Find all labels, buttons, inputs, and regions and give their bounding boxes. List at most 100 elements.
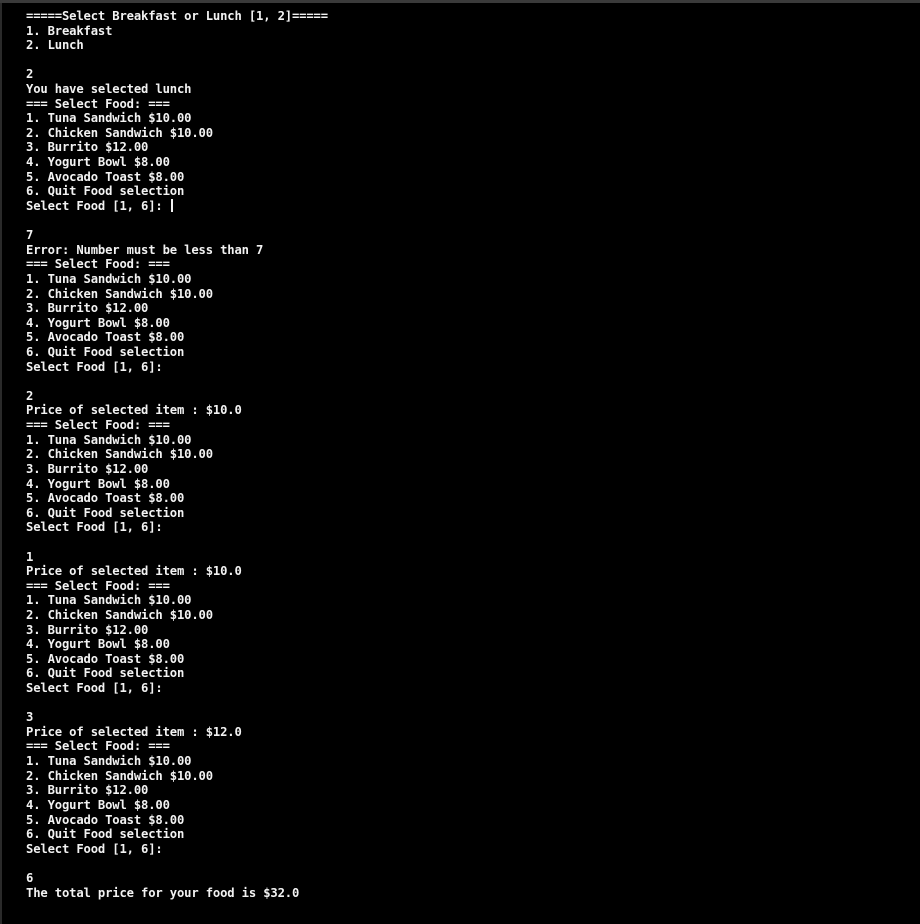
console-line: 4. Yogurt Bowl $8.00 [26, 798, 910, 813]
console-line-text: 3. Burrito $12.00 [26, 301, 149, 316]
console-line: 5. Avocado Toast $8.00 [26, 652, 910, 667]
console-line: 3. Burrito $12.00 [26, 462, 910, 477]
console-line-text: 5. Avocado Toast $8.00 [26, 169, 185, 184]
console-line-text: Select Food [1, 6]: [26, 198, 170, 213]
console-line-text: 2. Chicken Sandwich $10.00 [26, 286, 213, 301]
console-line-text: 1. Tuna Sandwich $10.00 [26, 754, 192, 769]
console-line-text: 3. Burrito $12.00 [26, 622, 149, 637]
console-line: 2. Chicken Sandwich $10.00 [26, 608, 910, 623]
console-line: 2 [26, 389, 910, 404]
console-line: 7 [26, 228, 910, 243]
console-line-text: Price of selected item : $10.0 [26, 564, 242, 579]
console-line: === Select Food: === [26, 579, 910, 594]
console-line-text: 1. Tuna Sandwich $10.00 [26, 271, 192, 286]
console-line-text: =====Select Breakfast or Lunch [1, 2]===… [26, 9, 328, 23]
console-line-text: 5. Avocado Toast $8.00 [26, 812, 185, 827]
console-line: 2. Chicken Sandwich $10.00 [26, 447, 910, 462]
text-cursor [170, 198, 173, 212]
console-line-text: 4. Yogurt Bowl $8.00 [26, 797, 170, 812]
console-line: Price of selected item : $10.0 [26, 403, 910, 418]
console-line-text: 1. Tuna Sandwich $10.00 [26, 593, 192, 608]
console-line-text: 6. Quit Food selection [26, 345, 185, 360]
console-line-text: 3. Burrito $12.00 [26, 461, 149, 476]
console-line: 2. Lunch [26, 38, 910, 53]
console-line-text: Select Food [1, 6]: [26, 359, 163, 374]
console-line: 5. Avocado Toast $8.00 [26, 491, 910, 506]
console-line: 6. Quit Food selection [26, 666, 910, 681]
console-line-text: 4. Yogurt Bowl $8.00 [26, 637, 170, 652]
console-line: 2. Chicken Sandwich $10.00 [26, 126, 910, 141]
console-line-text: 5. Avocado Toast $8.00 [26, 651, 185, 666]
console-line: 3. Burrito $12.00 [26, 783, 910, 798]
console-line: 5. Avocado Toast $8.00 [26, 813, 910, 828]
console-line: The total price for your food is $32.0 [26, 886, 910, 901]
console-line: 1. Tuna Sandwich $10.00 [26, 111, 910, 126]
console-line: 6. Quit Food selection [26, 184, 910, 199]
console-line-text: 3. Burrito $12.00 [26, 140, 149, 155]
console-line-text: 5. Avocado Toast $8.00 [26, 330, 185, 345]
console-line: === Select Food: === [26, 97, 910, 112]
console-line: 6. Quit Food selection [26, 827, 910, 842]
console-line-text: 4. Yogurt Bowl $8.00 [26, 315, 170, 330]
console-line: 3. Burrito $12.00 [26, 623, 910, 638]
console-line-text: 2 [26, 67, 34, 82]
console-line: 4. Yogurt Bowl $8.00 [26, 155, 910, 170]
console-line-text: === Select Food: === [26, 257, 170, 272]
console-line: === Select Food: === [26, 418, 910, 433]
console-line: 2. Chicken Sandwich $10.00 [26, 287, 910, 302]
console-line-text: Price of selected item : $10.0 [26, 403, 242, 418]
console-line: Select Food [1, 6]: [26, 360, 910, 375]
console-line: 4. Yogurt Bowl $8.00 [26, 316, 910, 331]
console-line: 2 [26, 67, 910, 82]
console-line-text: Error: Number must be less than 7 [26, 242, 264, 257]
console-line-text: Price of selected item : $12.0 [26, 724, 242, 739]
console-line-text: The total price for your food is $32.0 [26, 885, 300, 900]
console-line-text: 2 [26, 388, 34, 403]
console-line-text: 6. Quit Food selection [26, 827, 185, 842]
console-line: 2. Chicken Sandwich $10.00 [26, 769, 910, 784]
console-line: 3. Burrito $12.00 [26, 301, 910, 316]
console-line-text: 5. Avocado Toast $8.00 [26, 491, 185, 506]
console-line: 1. Tuna Sandwich $10.00 [26, 593, 910, 608]
window-top-border [0, 0, 920, 3]
console-line-text: 2. Lunch [26, 38, 84, 53]
console-line: 1. Tuna Sandwich $10.00 [26, 272, 910, 287]
console-line-text: 3. Burrito $12.00 [26, 783, 149, 798]
console-line: 5. Avocado Toast $8.00 [26, 170, 910, 185]
console-line: Error: Number must be less than 7 [26, 243, 910, 258]
console-line-text: === Select Food: === [26, 739, 170, 754]
console-line: === Select Food: === [26, 257, 910, 272]
console-line: Select Food [1, 6]: [26, 198, 910, 214]
console-line-text: 1 [26, 549, 34, 564]
console-line: =====Select Breakfast or Lunch [1, 2]===… [26, 9, 910, 24]
console-line-text: === Select Food: === [26, 418, 170, 433]
console-line-text: 2. Chicken Sandwich $10.00 [26, 607, 213, 622]
console-line: You have selected lunch [26, 82, 910, 97]
console-line-text: Select Food [1, 6]: [26, 681, 163, 696]
console-line-text: 6. Quit Food selection [26, 666, 185, 681]
console-line-text: 1. Breakfast [26, 23, 113, 38]
console-line: 3. Burrito $12.00 [26, 140, 910, 155]
console-line-text: 1. Tuna Sandwich $10.00 [26, 432, 192, 447]
console-output[interactable]: =====Select Breakfast or Lunch [1, 2]===… [26, 9, 910, 900]
console-line-text: 6 [26, 870, 34, 885]
console-line-text: 6. Quit Food selection [26, 505, 185, 520]
console-line: 5. Avocado Toast $8.00 [26, 330, 910, 345]
console-line: Price of selected item : $12.0 [26, 725, 910, 740]
console-line-text: === Select Food: === [26, 578, 170, 593]
console-line-text: Select Food [1, 6]: [26, 520, 163, 535]
console-line-text: Select Food [1, 6]: [26, 841, 163, 856]
console-line: Select Food [1, 6]: [26, 681, 910, 696]
console-line: 6 [26, 871, 910, 886]
console-line-text: 6. Quit Food selection [26, 184, 185, 199]
console-line-text: 4. Yogurt Bowl $8.00 [26, 155, 170, 170]
console-line-text: 2. Chicken Sandwich $10.00 [26, 768, 213, 783]
console-line-text: 4. Yogurt Bowl $8.00 [26, 476, 170, 491]
console-line: === Select Food: === [26, 739, 910, 754]
console-line: 1. Tuna Sandwich $10.00 [26, 433, 910, 448]
console-line: 4. Yogurt Bowl $8.00 [26, 477, 910, 492]
console-line-text: 3 [26, 710, 34, 725]
